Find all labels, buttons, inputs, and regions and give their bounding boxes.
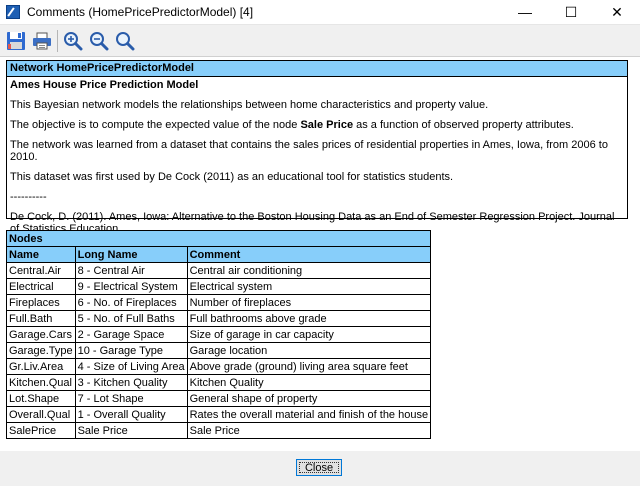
table-row: Lot.Shape 7 - Lot Shape General shape of p… xyxy=(6,390,432,407)
maximize-icon: ☐ xyxy=(564,3,578,20)
nodes-caption: Nodes xyxy=(5,230,432,247)
node-name: Lot.Shape xyxy=(6,390,76,407)
node-name: Electrical xyxy=(6,278,76,295)
print-icon xyxy=(33,32,51,50)
node-name: Garage.Type xyxy=(6,342,76,359)
print-button[interactable] xyxy=(29,28,55,54)
node-long-name: 3 - Kitchen Quality xyxy=(74,374,188,391)
node-comment: Size of garage in car capacity xyxy=(186,326,432,343)
table-row: SalePrice Sale Price Sale Price xyxy=(6,422,432,439)
node-long-name: 1 - Overall Quality xyxy=(74,406,188,423)
node-long-name: 7 - Lot Shape xyxy=(74,390,188,407)
nodes-table: Nodes Name Long Name Comment Central.Air… xyxy=(5,230,432,439)
table-row: Electrical 9 - Electrical System Electrica… xyxy=(6,278,432,295)
node-name: Gr.Liv.Area xyxy=(6,358,76,375)
node-comment: Garage location xyxy=(186,342,432,359)
node-long-name: 4 - Size of Living Area xyxy=(74,358,188,375)
network-title: Ames House Price Prediction Model xyxy=(10,79,199,91)
zoom-out-button[interactable] xyxy=(86,28,112,54)
node-comment: Rates the overall material and finish of… xyxy=(186,406,432,423)
table-row: Kitchen.Qual 3 - Kitchen Quality Kitchen Q… xyxy=(6,374,432,391)
table-row: Overall.Qual 1 - Overall Quality Rates the… xyxy=(6,406,432,423)
table-row: Garage.Cars 2 - Garage Space Size of garag… xyxy=(6,326,432,343)
node-long-name: Sale Price xyxy=(74,422,188,439)
node-name: Central.Air xyxy=(6,262,76,279)
column-header: Comment xyxy=(186,246,432,263)
column-header: Name xyxy=(6,246,76,263)
node-comment: Sale Price xyxy=(186,422,432,439)
node-comment: Full bathrooms above grade xyxy=(186,310,432,327)
maximize-button[interactable]: ☐ xyxy=(548,0,594,24)
comments-content[interactable]: Network HomePricePredictorModel Ames Hou… xyxy=(0,56,640,452)
node-name: Overall.Qual xyxy=(6,406,76,423)
sale-price-emphasis: Sale Price xyxy=(300,119,354,131)
table-row: Gr.Liv.Area 4 - Size of Living Area Above … xyxy=(6,358,432,375)
network-paragraph: This dataset was first used by De Cock (… xyxy=(10,171,454,183)
table-row: Central.Air 8 - Central Air Central air co… xyxy=(6,262,432,279)
node-comment: Kitchen Quality xyxy=(186,374,432,391)
close-icon: ✕ xyxy=(611,3,623,20)
network-objective: The objective is to compute the expected… xyxy=(10,119,574,131)
table-row: Fireplaces 6 - No. of Fireplaces Number of… xyxy=(6,294,432,311)
zoom-in-icon xyxy=(64,32,83,51)
node-long-name: 10 - Garage Type xyxy=(74,342,188,359)
window-title: Comments (HomePricePredictorModel) [4] xyxy=(27,5,254,19)
node-long-name: 6 - No. of Fireplaces xyxy=(74,294,188,311)
zoom-out-icon xyxy=(90,32,109,51)
network-separator: ---------- xyxy=(10,191,47,203)
node-name: Garage.Cars xyxy=(6,326,76,343)
node-long-name: 9 - Electrical System xyxy=(74,278,188,295)
network-body: Ames House Price Prediction Model This B… xyxy=(7,77,627,235)
node-comment: Central air conditioning xyxy=(186,262,432,279)
title-bar: Comments (HomePricePredictorModel) [4] —… xyxy=(0,0,640,25)
toolbar xyxy=(0,26,640,56)
network-paragraph: This Bayesian network models the relatio… xyxy=(10,99,489,111)
node-comment: Number of fireplaces xyxy=(186,294,432,311)
app-icon xyxy=(6,5,20,19)
zoom-button[interactable] xyxy=(112,28,138,54)
minimize-button[interactable]: — xyxy=(502,0,548,24)
node-long-name: 2 - Garage Space xyxy=(74,326,188,343)
node-name: Kitchen.Qual xyxy=(6,374,76,391)
close-button[interactable]: Close xyxy=(296,459,342,476)
save-button[interactable] xyxy=(3,28,29,54)
node-long-name: 8 - Central Air xyxy=(74,262,188,279)
table-row: Garage.Type 10 - Garage Type Garage locati… xyxy=(6,342,432,359)
network-panel: Network HomePricePredictorModel Ames Hou… xyxy=(6,60,628,235)
node-name: Fireplaces xyxy=(6,294,76,311)
dialog-footer: Close xyxy=(0,451,640,486)
node-comment: Above grade (ground) living area square … xyxy=(186,358,432,375)
column-header: Long Name xyxy=(74,246,188,263)
save-icon xyxy=(7,32,25,50)
table-row: Full.Bath 5 - No. of Full Baths Full bathr… xyxy=(6,310,432,327)
toolbar-separator xyxy=(57,30,58,52)
node-long-name: 5 - No. of Full Baths xyxy=(74,310,188,327)
network-header: Network HomePricePredictorModel xyxy=(7,61,627,77)
node-comment: General shape of property xyxy=(186,390,432,407)
network-paragraph: The network was learned from a dataset t… xyxy=(10,139,608,163)
zoom-in-button[interactable] xyxy=(60,28,86,54)
node-name: SalePrice xyxy=(6,422,76,439)
node-name: Full.Bath xyxy=(6,310,76,327)
minimize-icon: — xyxy=(518,4,532,20)
close-window-button[interactable]: ✕ xyxy=(594,0,640,24)
node-comment: Electrical system xyxy=(186,278,432,295)
zoom-icon xyxy=(116,32,135,51)
